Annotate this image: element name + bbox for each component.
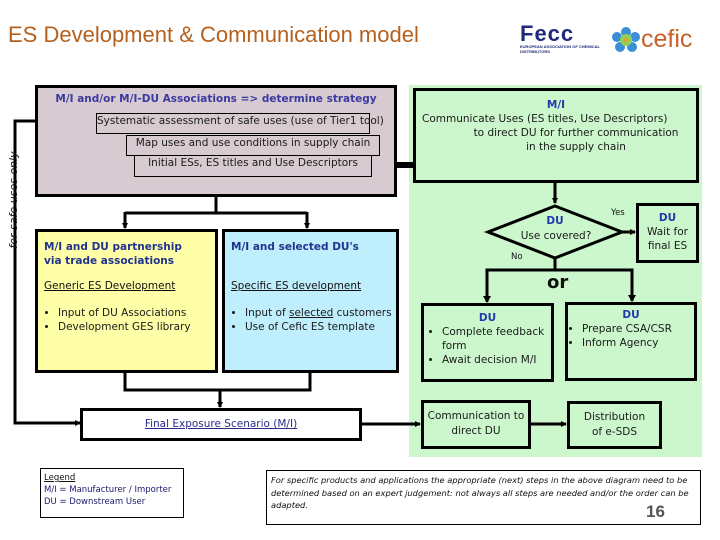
prepare-csa-box: DU Prepare CSA/CSR Inform Agency <box>565 302 697 381</box>
communicate-line-1: Communicate Uses (ES titles, Use Descrip… <box>422 113 668 125</box>
communicate-line-2: to direct DU for further communication <box>473 127 679 139</box>
safe-uses-side-label: for safe uses only <box>7 151 20 249</box>
generic-bullet: Development GES library <box>58 320 215 334</box>
no-label: No <box>511 252 523 262</box>
or-label: or <box>547 272 569 293</box>
communication-line-2: direct DU <box>451 425 501 437</box>
wait-for-final-es-box: DU Wait for final ES <box>636 203 699 263</box>
communication-line-1: Communication to <box>427 410 525 422</box>
legend-entry: DU = Downstream User <box>44 497 146 507</box>
bullet-emphasis: selected <box>288 307 334 319</box>
page-number: 16 <box>646 502 665 521</box>
generic-bullets: Input of DU Associations Development GES… <box>44 306 215 334</box>
generic-es-box: M/I and DU partnership via trade associa… <box>35 229 218 373</box>
legend-box: Legend M/I = Manufacturer / Importer DU … <box>40 468 184 518</box>
merge-connector <box>123 373 312 392</box>
feedback-bullet: Complete feedback form <box>442 325 551 353</box>
generic-heading-line-2: via trade associations <box>44 255 175 267</box>
strategy-step-1: Systematic assessment of safe uses (use … <box>96 113 384 134</box>
specific-es-box: M/I and selected DU's . Specific ES deve… <box>222 229 399 373</box>
communication-box: Communication to direct DU <box>421 400 531 449</box>
wait-line-2: final ES <box>647 240 688 252</box>
specific-bullet: Input of selected customers <box>245 306 396 320</box>
decision-heading: DU <box>546 215 564 227</box>
final-exposure-scenario-link[interactable]: Final Exposure Scenario (M/I) <box>145 418 297 430</box>
strategy-split-connector <box>125 197 307 215</box>
communicate-heading: M/I <box>546 99 566 111</box>
csa-bullet: Prepare CSA/CSR <box>582 322 694 336</box>
csa-heading: DU <box>622 309 640 321</box>
generic-subheading: Generic ES Development <box>44 280 176 292</box>
bullet-text: Input of <box>245 307 289 319</box>
wait-heading: DU <box>658 212 677 224</box>
specific-bullet: Use of Cefic ES template <box>245 320 396 334</box>
specific-subheading: Specific ES development <box>231 280 362 292</box>
yes-label: Yes <box>611 208 625 218</box>
communicate-uses-box: M/I Communicate Uses (ES titles, Use Des… <box>413 88 699 183</box>
final-exposure-scenario-box: Final Exposure Scenario (M/I) <box>80 408 362 441</box>
feedback-box: DU Complete feedback form Await decision… <box>421 303 554 382</box>
specific-heading: M/I and selected DU's <box>231 241 359 253</box>
feedback-bullets: Complete feedback form Await decision M/… <box>424 325 551 367</box>
generic-bullet: Input of DU Associations <box>58 306 215 320</box>
distribution-box: Distribution of e-SDS <box>567 401 662 449</box>
communicate-line-3: in the supply chain <box>526 141 626 153</box>
feedback-bullet: Await decision M/I <box>442 353 551 367</box>
bullet-text: customers <box>333 307 392 319</box>
csa-bullet: Inform Agency <box>582 336 694 350</box>
feedback-heading: DU <box>478 312 497 324</box>
strategy-step-2: Map uses and use conditions in supply ch… <box>126 135 380 156</box>
generic-heading-line-1: M/I and DU partnership <box>44 241 182 253</box>
specific-bullets: Input of selected customers Use of Cefic… <box>231 306 396 334</box>
strategy-heading: M/I and/or M/I-DU Associations => determ… <box>55 93 377 105</box>
csa-bullets: Prepare CSA/CSR Inform Agency <box>568 322 694 350</box>
expert-judgement-note: For specific products and applications t… <box>266 470 701 525</box>
strategy-box: M/I and/or M/I-DU Associations => determ… <box>35 85 397 197</box>
wait-line-1: Wait for <box>647 226 688 238</box>
distribution-line-1: Distribution <box>583 411 646 423</box>
strategy-step-3: Initial ESs, ES titles and Use Descripto… <box>134 155 372 177</box>
distribution-line-2: of e-SDS <box>591 426 638 438</box>
legend-entry: M/I = Manufacturer / Importer <box>44 485 172 495</box>
decision-question: Use covered? <box>520 230 592 242</box>
legend-title: Legend <box>44 473 76 483</box>
